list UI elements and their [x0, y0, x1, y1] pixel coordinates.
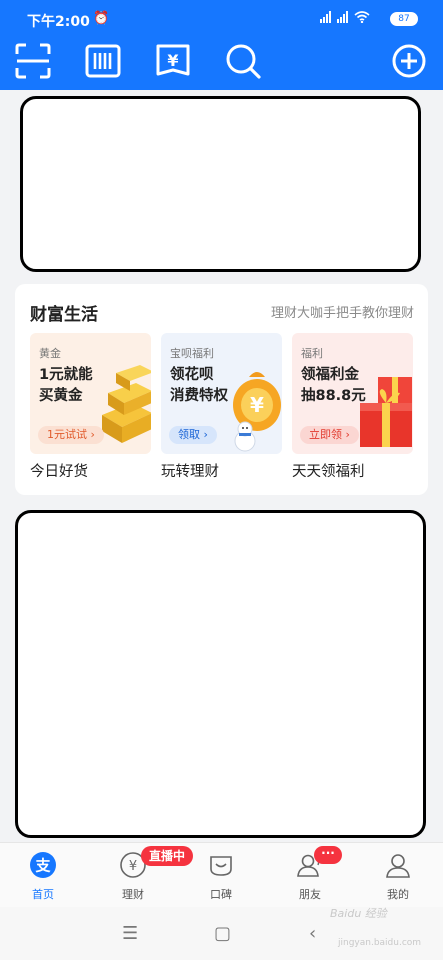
section-title: 财富生活: [30, 305, 98, 325]
koubei-icon: [210, 856, 232, 876]
barcode-icon[interactable]: [84, 42, 122, 80]
tile-caption: 玩转理财: [161, 464, 219, 480]
money-bag-icon: ¥: [233, 372, 281, 452]
tab-mine[interactable]: 我的: [368, 851, 428, 902]
wealth-life-card: 财富生活 理财大咖手把手教你理财 黄金 1元就能 买黄金 1元试试 › 今日好货…: [15, 284, 428, 495]
cell-signal-icon: [320, 11, 331, 23]
huabei-tile[interactable]: 宝呗福利 领花呗 消费特权 ¥ 领取 ›: [161, 333, 282, 454]
tile-headline-line2: 买黄金: [39, 388, 83, 404]
tile-headline: 领花呗 消费特权: [170, 365, 228, 407]
tile-tag: 宝呗福利: [170, 347, 214, 360]
tile-tag: 黄金: [39, 347, 61, 360]
menu-icon[interactable]: ☰: [122, 923, 138, 944]
home-button-icon[interactable]: ▢: [214, 923, 231, 944]
battery-icon: 87: [390, 12, 418, 26]
tile-headline-line1: 领花呗: [170, 367, 214, 383]
redacted-panel-top: [20, 96, 421, 272]
redacted-panel-bottom: [15, 510, 426, 838]
signal-icons: [320, 11, 370, 23]
status-time: 下午2:00: [27, 14, 90, 30]
svg-text:¥: ¥: [250, 393, 264, 417]
claim-button[interactable]: 领取 ›: [169, 426, 217, 444]
claim-now-button[interactable]: 立即领 ›: [300, 426, 359, 444]
add-icon[interactable]: [390, 42, 428, 80]
tab-label: 口碑: [210, 888, 232, 901]
section-subtitle-link[interactable]: 理财大咖手把手教你理财: [271, 302, 414, 321]
tab-label: 首页: [32, 888, 54, 901]
svg-text:支: 支: [34, 857, 51, 875]
gold-tile[interactable]: 黄金 1元就能 买黄金 1元试试 ›: [30, 333, 151, 454]
svg-text:¥: ¥: [167, 51, 178, 70]
tile-headline-line1: 1元就能: [39, 367, 93, 383]
benefits-tile[interactable]: 福利 领福利金 抽88.8元 立即领 ›: [292, 333, 413, 454]
gift-box-icon: [360, 377, 412, 447]
watermark-logo: Baidu 经验: [330, 907, 387, 920]
tile-caption: 天天领福利: [292, 464, 365, 480]
back-icon[interactable]: ‹: [309, 923, 316, 944]
tile-tag: 福利: [301, 347, 323, 360]
wifi-icon: [354, 11, 370, 23]
scan-icon[interactable]: [14, 42, 52, 80]
profile-icon: [386, 854, 410, 878]
tile-caption: 今日好货: [30, 464, 88, 480]
watermark-url: jingyan.baidu.com: [338, 938, 422, 948]
tab-label: 朋友: [299, 888, 321, 901]
alarm-icon: ⏰: [93, 11, 110, 26]
alipay-home-icon: 支: [30, 852, 56, 878]
tab-label: 理财: [122, 888, 144, 901]
tile-headline: 领福利金 抽88.8元: [301, 365, 366, 407]
live-badge: 直播中: [141, 846, 194, 866]
try-one-yuan-button[interactable]: 1元试试 ›: [38, 426, 104, 444]
tile-headline-line2: 消费特权: [170, 388, 228, 404]
tile-headline: 1元就能 买黄金: [39, 365, 93, 407]
cell-signal-2-icon: [337, 11, 348, 23]
search-icon[interactable]: [224, 42, 262, 80]
bottom-tab-bar: 支 首页 ¥ 理财 口碑 朋友 我的: [0, 842, 443, 907]
tab-label: 我的: [387, 888, 409, 901]
svg-text:¥: ¥: [129, 859, 137, 874]
status-bar: 下午2:00 ⏰ 87: [0, 0, 443, 38]
tile-headline-line2: 抽88.8元: [301, 388, 366, 404]
tab-koubei[interactable]: 口碑: [191, 851, 251, 902]
tab-home[interactable]: 支 首页: [13, 851, 73, 902]
tile-headline-line1: 领福利金: [301, 367, 359, 383]
friends-notification-badge: ···: [314, 846, 342, 864]
payment-code-icon[interactable]: ¥: [154, 42, 192, 80]
